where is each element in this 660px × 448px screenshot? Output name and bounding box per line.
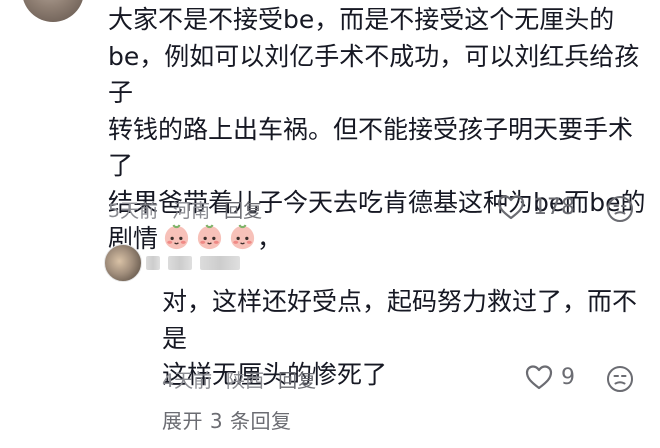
comment-last-line: 剧情， [108,221,648,258]
comment-trailing-punct: ， [257,224,283,253]
comment-line: be，例如可以刘亿手术不成功，可以刘红兵给孩子 [108,41,640,108]
reply-username[interactable] [168,256,192,270]
reply-button[interactable]: 回复 [224,200,262,222]
dislike-emoji-icon[interactable] [606,365,634,393]
comment-line: 大家不是不接受be，而是不接受这个无厘头的 [108,5,615,34]
reply-time: 4天前 [162,370,213,392]
reply-reply-button[interactable]: 回复 [278,370,316,392]
reply-line: 对，这样还好受点，起码努力救过了，而不是 [162,287,638,353]
commenter-avatar[interactable] [22,0,84,22]
dislike-emoji-icon[interactable] [606,195,634,223]
reply-username[interactable] [200,256,240,270]
like-button[interactable]: 178 [497,194,575,220]
heart-icon[interactable] [525,364,553,390]
like-count: 178 [533,194,575,220]
reply-like-button[interactable]: 9 [525,364,575,390]
emoji-row [162,222,257,251]
peach-face-emoji [162,222,191,251]
heart-icon[interactable] [497,194,525,220]
comment-meta: 5天前 河南 回复 [108,196,276,223]
expand-replies-button[interactable]: 展开 3 条回复 [162,405,291,434]
reply-location: 陕西 [226,370,265,392]
comment-line: 转钱的路上出车祸。但不能接受孩子明天要手术了 [108,114,634,181]
comment-time: 5天前 [108,200,159,222]
reply-meta: 4天前 陕西 回复 [162,366,330,393]
peach-face-emoji [228,222,257,251]
reply-username[interactable] [146,256,160,270]
reply-avatar[interactable] [104,244,142,282]
comment-location: 河南 [172,200,211,222]
reply-like-count: 9 [561,364,575,390]
peach-face-emoji [195,222,224,251]
